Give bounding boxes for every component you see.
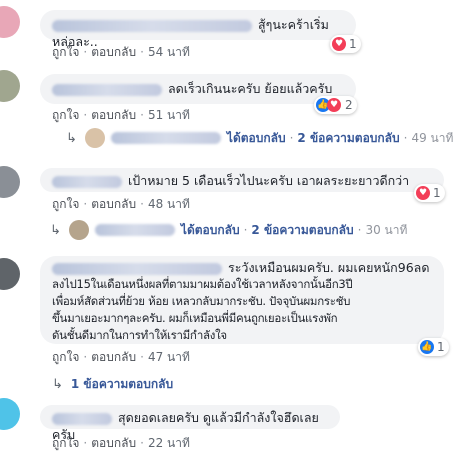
comment-bubble: เป้าหมาย 5 เดือนเร็วไปนะครับ เอาผลระยะยา… [40, 168, 444, 192]
comment-text: เป้าหมาย 5 เดือนเร็วไปนะครับ เอาผลระยะยา… [128, 173, 410, 188]
comment-actions: ถูกใจ · ตอบกลับ · 51 นาที [52, 108, 190, 122]
reply-link[interactable]: ตอบกลับ [91, 350, 136, 364]
comment-actions: ถูกใจ · ตอบกลับ · 47 นาที [52, 350, 190, 364]
comment-text-line: ดันชั้นดีมากในการทำให้เรามีกำลังใจ [52, 328, 227, 342]
author-name-blurred[interactable] [52, 19, 252, 32]
comment-bubble: ระวังเหมือนผมครับ. ผมเคยหนัก96ลด ลงไป15ใ… [40, 256, 444, 344]
author-name-blurred [110, 132, 221, 144]
heart-icon: ♥ [327, 98, 341, 112]
author-name-blurred [94, 224, 175, 236]
comment-text-line: ขึ้นมาเยอะมากๆละครับ. ผมก็เหมือนพี่มีคนถ… [52, 311, 338, 325]
comment-bubble: ลดเร็วเกินนะครับ ย้อยแล้วครับ [40, 74, 356, 104]
like-icon: 👍 [420, 340, 434, 354]
avatar[interactable] [0, 258, 20, 290]
reply-link[interactable]: ตอบกลับ [91, 197, 136, 211]
comment-bubble: สู้ๆนะคร้าเริ่มหล่อละ.. [40, 10, 356, 49]
timestamp[interactable]: 48 นาที [148, 197, 190, 211]
reaction-count[interactable]: 👍 ♥ 2 [314, 96, 357, 114]
avatar [68, 220, 89, 240]
reply-summary[interactable]: ↳ ได้ตอบกลับ · 2 ข้อความตอบกลับ · 49 นาท… [66, 128, 453, 148]
reply-link[interactable]: ตอบกลับ [91, 436, 136, 450]
comment-bubble: สุดยอดเลยครับ ดูแล้วมีกำลังใจฮึดเลยครับ [40, 405, 340, 442]
author-name-blurred[interactable] [52, 262, 222, 275]
reply-link[interactable]: ตอบกลับ [91, 108, 136, 122]
reply-arrow-icon: ↳ [66, 130, 77, 146]
like-link[interactable]: ถูกใจ [52, 436, 79, 450]
timestamp[interactable]: 51 นาที [148, 108, 190, 122]
like-link[interactable]: ถูกใจ [52, 350, 79, 364]
reply-summary[interactable]: ↳ ได้ตอบกลับ · 2 ข้อความตอบกลับ · 30 นาท… [50, 220, 407, 240]
avatar[interactable] [0, 166, 20, 198]
timestamp[interactable]: 49 นาที [411, 129, 453, 148]
comment-actions: ถูกใจ · ตอบกลับ · 22 นาที [52, 436, 190, 450]
author-name-blurred[interactable] [52, 83, 162, 96]
reply-arrow-icon: ↳ [50, 222, 61, 238]
author-name-blurred[interactable] [52, 412, 112, 425]
reaction-count[interactable]: ♥ 1 [330, 35, 361, 53]
timestamp[interactable]: 47 นาที [148, 350, 190, 364]
heart-icon: ♥ [332, 37, 346, 51]
avatar[interactable] [0, 398, 20, 430]
author-name-blurred[interactable] [52, 175, 122, 188]
avatar [84, 128, 105, 148]
reaction-count[interactable]: ♥ 1 [414, 184, 445, 202]
reply-arrow-icon: ↳ [52, 377, 63, 392]
like-link[interactable]: ถูกใจ [52, 45, 79, 59]
reaction-count[interactable]: 👍 1 [418, 338, 449, 356]
like-link[interactable]: ถูกใจ [52, 197, 79, 211]
comment-text-line: ระวังเหมือนผมครับ. ผมเคยหนัก96ลด [228, 260, 430, 275]
timestamp[interactable]: 30 นาที [365, 221, 407, 240]
reply-summary[interactable]: ↳ 1 ข้อความตอบกลับ [52, 375, 173, 394]
comment-actions: ถูกใจ · ตอบกลับ · 54 นาที [52, 45, 190, 59]
reply-link[interactable]: ตอบกลับ [91, 45, 136, 59]
comment-text-line: เพื่อมห์สัดส่วนที่ย้วย ห้อย เหลวกลับมากร… [52, 294, 351, 308]
avatar[interactable] [0, 70, 20, 102]
comment-actions: ถูกใจ · ตอบกลับ · 48 นาที [52, 197, 190, 211]
timestamp[interactable]: 54 นาที [148, 45, 190, 59]
like-link[interactable]: ถูกใจ [52, 108, 79, 122]
comment-text: ลดเร็วเกินนะครับ ย้อยแล้วครับ [168, 81, 333, 96]
comment-text-line: ลงไป15ในเดือนหนึ่งผลที่ตามมาผมต้องใช้เวล… [52, 277, 353, 291]
avatar[interactable] [0, 6, 20, 38]
timestamp[interactable]: 22 นาที [148, 436, 190, 450]
heart-icon: ♥ [416, 186, 430, 200]
